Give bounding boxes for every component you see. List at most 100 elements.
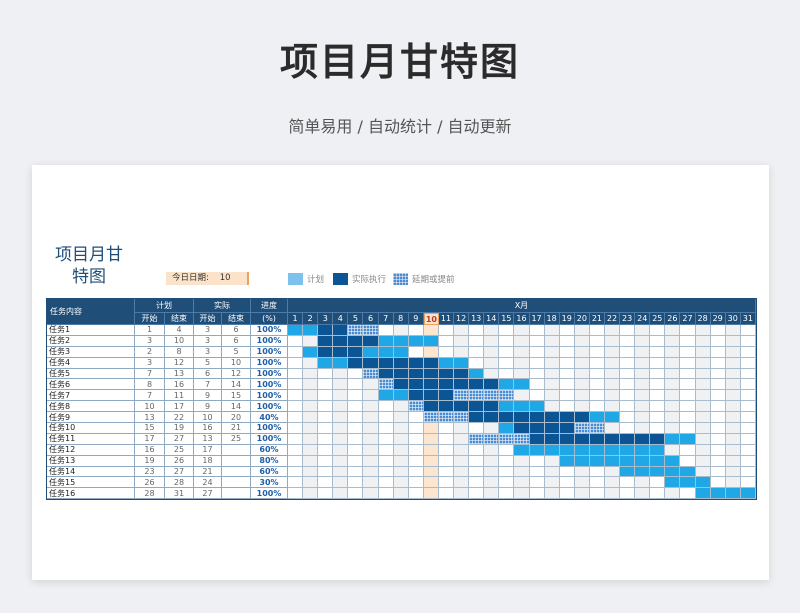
task-name-cell[interactable]: 任务10: [47, 423, 135, 434]
progress-cell[interactable]: 100%: [251, 488, 288, 500]
plan-start-cell[interactable]: 2: [135, 346, 165, 358]
task-name-cell[interactable]: 任务8: [47, 401, 135, 413]
actual-end-cell[interactable]: 6: [222, 325, 251, 336]
progress-cell[interactable]: 60%: [251, 466, 288, 478]
plan-start-cell[interactable]: 17: [135, 433, 165, 445]
actual-start-cell[interactable]: 10: [194, 412, 222, 424]
plan-start-cell[interactable]: 23: [135, 466, 165, 478]
progress-cell[interactable]: 100%: [251, 346, 288, 358]
task-name-cell[interactable]: 任务16: [47, 488, 135, 500]
task-name-cell[interactable]: 任务2: [47, 335, 135, 347]
plan-start-cell[interactable]: 7: [135, 368, 165, 380]
actual-end-cell[interactable]: 5: [222, 346, 251, 358]
actual-end-cell[interactable]: 6: [222, 335, 251, 347]
actual-start-cell[interactable]: 13: [194, 433, 222, 445]
progress-cell[interactable]: 30%: [251, 477, 288, 489]
plan-start-cell[interactable]: 10: [135, 401, 165, 413]
actual-start-cell[interactable]: 27: [194, 488, 222, 500]
plan-start-cell[interactable]: 13: [135, 412, 165, 424]
actual-start-cell[interactable]: 6: [194, 368, 222, 380]
task-name-cell[interactable]: 任务4: [47, 357, 135, 369]
plan-start-cell[interactable]: 28: [135, 488, 165, 500]
task-name-cell[interactable]: 任务5: [47, 368, 135, 380]
actual-end-cell[interactable]: 14: [222, 379, 251, 391]
gantt-cell: [499, 335, 515, 347]
progress-cell[interactable]: 80%: [251, 455, 288, 467]
plan-end-cell[interactable]: 12: [165, 357, 194, 369]
task-name-cell[interactable]: 任务14: [47, 466, 135, 478]
plan-end-cell[interactable]: 17: [165, 401, 194, 413]
plan-start-cell[interactable]: 15: [135, 423, 165, 434]
actual-start-cell[interactable]: 24: [194, 477, 222, 489]
actual-start-cell[interactable]: 3: [194, 335, 222, 347]
plan-end-cell[interactable]: 11: [165, 390, 194, 402]
plan-end-cell[interactable]: 25: [165, 444, 194, 456]
day-header: 19: [559, 313, 575, 325]
plan-start-cell[interactable]: 19: [135, 455, 165, 467]
actual-start-cell[interactable]: 16: [194, 423, 222, 434]
plan-end-cell[interactable]: 26: [165, 455, 194, 467]
task-name-cell[interactable]: 任务6: [47, 379, 135, 391]
task-name-cell[interactable]: 任务7: [47, 390, 135, 402]
actual-start-cell[interactable]: 17: [194, 444, 222, 456]
actual-start-cell[interactable]: 5: [194, 357, 222, 369]
progress-cell[interactable]: 100%: [251, 401, 288, 413]
progress-cell[interactable]: 100%: [251, 379, 288, 391]
actual-end-cell[interactable]: 14: [222, 401, 251, 413]
progress-cell[interactable]: 100%: [251, 325, 288, 336]
actual-start-cell[interactable]: 7: [194, 379, 222, 391]
actual-end-cell[interactable]: [222, 488, 251, 500]
plan-end-cell[interactable]: 4: [165, 325, 194, 336]
progress-cell[interactable]: 100%: [251, 390, 288, 402]
actual-start-cell[interactable]: 18: [194, 455, 222, 467]
plan-end-cell[interactable]: 10: [165, 335, 194, 347]
actual-start-cell[interactable]: 3: [194, 325, 222, 336]
actual-end-cell[interactable]: 12: [222, 368, 251, 380]
progress-cell[interactable]: 100%: [251, 368, 288, 380]
progress-cell[interactable]: 100%: [251, 357, 288, 369]
actual-start-cell[interactable]: 9: [194, 401, 222, 413]
task-name-cell[interactable]: 任务12: [47, 444, 135, 456]
actual-end-cell[interactable]: [222, 455, 251, 467]
plan-end-cell[interactable]: 19: [165, 423, 194, 434]
actual-end-cell[interactable]: [222, 477, 251, 489]
plan-end-cell[interactable]: 13: [165, 368, 194, 380]
actual-end-cell[interactable]: 25: [222, 433, 251, 445]
plan-end-cell[interactable]: 27: [165, 433, 194, 445]
progress-cell[interactable]: 40%: [251, 412, 288, 424]
actual-start-cell[interactable]: 21: [194, 466, 222, 478]
gantt-cell: [408, 357, 424, 369]
task-name-cell[interactable]: 任务13: [47, 455, 135, 467]
progress-cell[interactable]: 100%: [251, 423, 288, 434]
actual-start-cell[interactable]: 9: [194, 390, 222, 402]
plan-start-cell[interactable]: 16: [135, 444, 165, 456]
actual-end-cell[interactable]: 21: [222, 423, 251, 434]
plan-start-cell[interactable]: 26: [135, 477, 165, 489]
plan-end-cell[interactable]: 27: [165, 466, 194, 478]
plan-start-cell[interactable]: 7: [135, 390, 165, 402]
plan-end-cell[interactable]: 22: [165, 412, 194, 424]
plan-start-cell[interactable]: 3: [135, 357, 165, 369]
plan-end-cell[interactable]: 28: [165, 477, 194, 489]
task-name-cell[interactable]: 任务9: [47, 412, 135, 424]
plan-start-cell[interactable]: 3: [135, 335, 165, 347]
progress-cell[interactable]: 100%: [251, 335, 288, 347]
plan-end-cell[interactable]: 8: [165, 346, 194, 358]
progress-cell[interactable]: 60%: [251, 444, 288, 456]
task-name-cell[interactable]: 任务11: [47, 433, 135, 445]
actual-end-cell[interactable]: [222, 444, 251, 456]
plan-end-cell[interactable]: 16: [165, 379, 194, 391]
actual-end-cell[interactable]: 10: [222, 357, 251, 369]
plan-end-cell[interactable]: 31: [165, 488, 194, 500]
plan-start-cell[interactable]: 1: [135, 325, 165, 336]
task-name-cell[interactable]: 任务3: [47, 346, 135, 358]
task-name-cell[interactable]: 任务15: [47, 477, 135, 489]
actual-start-cell[interactable]: 3: [194, 346, 222, 358]
actual-end-cell[interactable]: 15: [222, 390, 251, 402]
plan-start-cell[interactable]: 8: [135, 379, 165, 391]
progress-cell[interactable]: 100%: [251, 433, 288, 445]
today-date-cell[interactable]: 今日日期: 10: [166, 272, 249, 285]
actual-end-cell[interactable]: 20: [222, 412, 251, 424]
actual-end-cell[interactable]: [222, 466, 251, 478]
task-name-cell[interactable]: 任务1: [47, 325, 135, 336]
